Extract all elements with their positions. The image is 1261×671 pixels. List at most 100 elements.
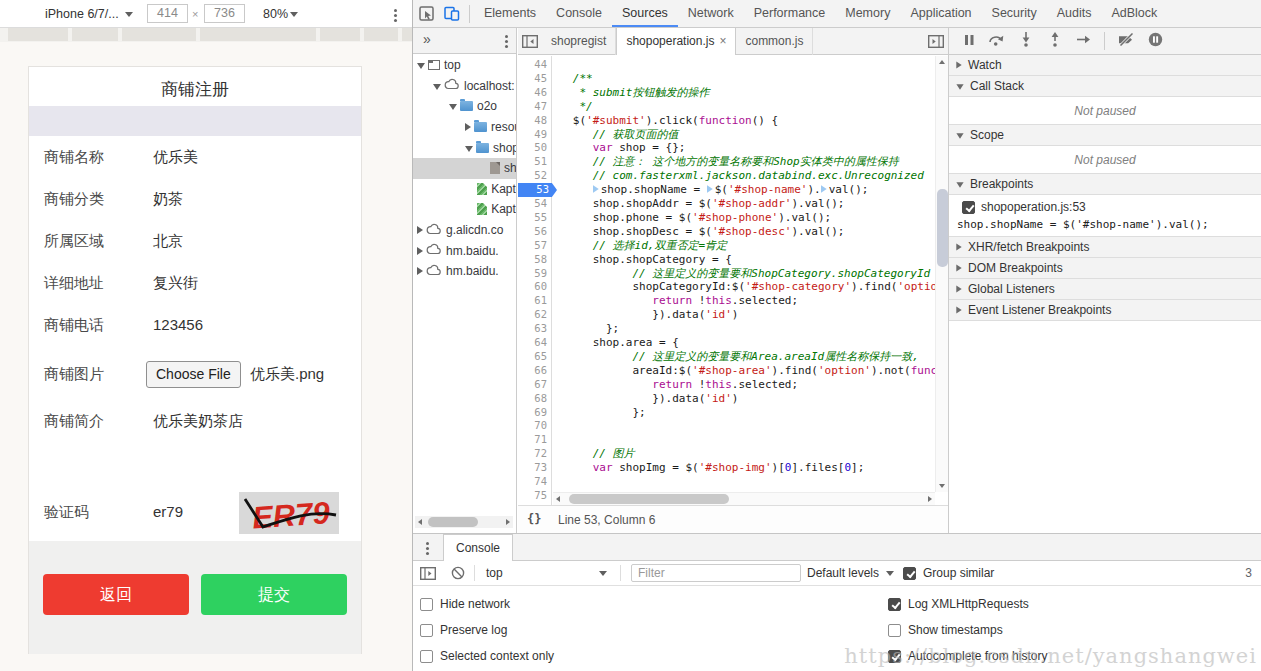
log-level-select[interactable]: Default levels [807, 566, 879, 580]
more-tabs-icon[interactable]: » [423, 31, 431, 47]
field-value[interactable]: 123456 [153, 316, 203, 333]
pause-script-icon[interactable] [963, 34, 975, 49]
field-value[interactable]: 奶茶 [153, 190, 183, 209]
tree-item-hmbaidu[interactable]: hm.baidu. [413, 240, 516, 261]
line-number-48[interactable]: 48 [518, 114, 547, 128]
navigator-menu-icon[interactable] [505, 35, 508, 38]
close-tab-icon[interactable]: × [719, 34, 726, 48]
step-icon[interactable] [1076, 33, 1091, 49]
line-number-52[interactable]: 52 [518, 169, 547, 183]
line-number-69[interactable]: 69 [518, 406, 547, 420]
tab-elements[interactable]: Elements [474, 0, 546, 27]
checkbox[interactable] [888, 598, 901, 611]
section-header[interactable]: Call Stack [949, 76, 1261, 96]
breakpoint-entry[interactable]: shopoperation.js:53shop.shopName = $('#s… [949, 194, 1261, 236]
tab-application[interactable]: Application [900, 0, 981, 27]
line-number-59[interactable]: 59 [518, 267, 547, 281]
checkbox[interactable] [420, 598, 433, 611]
clear-console-icon[interactable] [451, 566, 465, 583]
tab-security[interactable]: Security [982, 0, 1047, 27]
more-options-icon[interactable] [394, 9, 397, 12]
toggle-debugger-sidebar-icon[interactable] [924, 35, 948, 48]
checkbox[interactable] [420, 624, 433, 637]
inline-breakpoint-marker[interactable] [821, 185, 827, 193]
tab-console[interactable]: Console [443, 534, 513, 561]
section-header[interactable]: Global Listeners [949, 279, 1261, 299]
tab-performance[interactable]: Performance [744, 0, 836, 27]
tree-item-galicdnco[interactable]: g.alicdn.co [413, 220, 516, 241]
device-select[interactable]: iPhone 6/7/... [45, 7, 119, 21]
editor-tab-shopoperationjs[interactable]: shopoperation.js× [616, 28, 736, 55]
tab-console[interactable]: Console [546, 0, 612, 27]
line-number-72[interactable]: 72 [518, 447, 547, 461]
device-height-input[interactable]: 736 [204, 4, 245, 23]
console-filter-input[interactable]: Filter [631, 564, 801, 582]
step-into-icon[interactable] [1018, 32, 1034, 50]
tree-item-shopa[interactable]: shopa [413, 137, 516, 158]
navigator-hscrollbar[interactable] [415, 516, 513, 528]
line-number-74[interactable]: 74 [518, 475, 547, 489]
editor-vscrollbar[interactable] [935, 56, 948, 492]
line-number-49[interactable]: 49 [518, 128, 547, 142]
line-number-55[interactable]: 55 [518, 211, 547, 225]
section-header[interactable]: DOM Breakpoints [949, 258, 1261, 278]
pretty-print-icon[interactable]: {} [527, 512, 541, 526]
tab-audits[interactable]: Audits [1047, 0, 1102, 27]
line-number-71[interactable]: 71 [518, 433, 547, 447]
tree-item-localhost[interactable]: localhost: [413, 76, 516, 97]
line-number-67[interactable]: 67 [518, 378, 547, 392]
section-header[interactable]: Scope [949, 125, 1261, 145]
tab-network[interactable]: Network [678, 0, 744, 27]
choose-file-button[interactable]: Choose File [146, 361, 241, 388]
line-number-57[interactable]: 57 [518, 239, 547, 253]
line-number-62[interactable]: 62 [518, 308, 547, 322]
line-number-65[interactable]: 65 [518, 350, 547, 364]
tree-item-resou[interactable]: resou [413, 117, 516, 138]
section-header[interactable]: Event Listener Breakpoints [949, 300, 1261, 320]
tab-memory[interactable]: Memory [835, 0, 900, 27]
group-similar-checkbox[interactable] [903, 567, 916, 580]
field-value[interactable]: 北京 [153, 232, 183, 251]
tab-sources[interactable]: Sources [612, 0, 678, 27]
field-value[interactable]: 优乐美奶茶店 [153, 412, 243, 431]
tree-item-hmbaidu[interactable]: hm.baidu. [413, 261, 516, 282]
section-header[interactable]: Watch [949, 55, 1261, 75]
line-number-51[interactable]: 51 [518, 155, 547, 169]
section-header[interactable]: XHR/fetch Breakpoints [949, 237, 1261, 257]
toggle-device-toolbar-icon[interactable] [439, 1, 465, 27]
line-number-66[interactable]: 66 [518, 364, 547, 378]
captcha-image[interactable]: ER79 [239, 492, 339, 534]
editor-tab-commonjs[interactable]: common.js [736, 28, 813, 55]
toggle-navigator-icon[interactable] [518, 35, 542, 48]
field-value[interactable]: er79 [153, 503, 183, 520]
code-editor[interactable]: 4445464748495051525354555657585960616263… [518, 56, 948, 505]
line-number-54[interactable]: 54 [518, 197, 547, 211]
pause-on-exceptions-icon[interactable] [1148, 32, 1163, 50]
tree-item-o2o[interactable]: o2o [413, 96, 516, 117]
tab-adblock[interactable]: AdBlock [1101, 0, 1167, 27]
console-sidebar-icon[interactable] [420, 567, 436, 583]
line-number-73[interactable]: 73 [518, 461, 547, 475]
checkbox[interactable] [888, 624, 901, 637]
line-number-75[interactable]: 75 [518, 489, 547, 503]
tree-item-sho[interactable]: sho [413, 158, 516, 179]
line-number-46[interactable]: 46 [518, 86, 547, 100]
line-number-68[interactable]: 68 [518, 392, 547, 406]
checkbox[interactable] [420, 650, 433, 663]
line-number-70[interactable]: 70 [518, 419, 547, 433]
tree-item-top[interactable]: top [413, 55, 516, 76]
device-width-input[interactable]: 414 [147, 4, 188, 23]
line-number-53[interactable]: 53 [518, 183, 557, 197]
editor-hscrollbar[interactable] [553, 492, 935, 505]
line-number-47[interactable]: 47 [518, 100, 547, 114]
field-value[interactable]: 优乐美 [153, 148, 198, 167]
line-number-45[interactable]: 45 [518, 72, 547, 86]
line-number-63[interactable]: 63 [518, 322, 547, 336]
console-context-select[interactable]: top [486, 566, 503, 580]
drawer-menu-icon[interactable] [426, 542, 429, 545]
step-over-icon[interactable] [988, 33, 1005, 49]
inline-breakpoint-marker[interactable] [707, 185, 713, 193]
inspect-element-icon[interactable] [413, 1, 439, 27]
section-header[interactable]: Breakpoints [949, 174, 1261, 194]
line-number-60[interactable]: 60 [518, 280, 547, 294]
